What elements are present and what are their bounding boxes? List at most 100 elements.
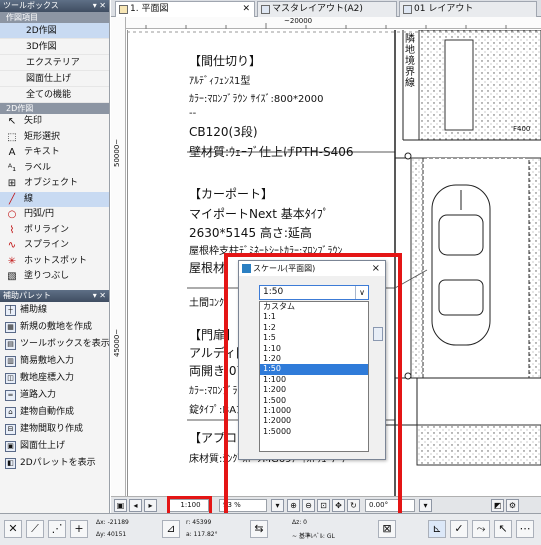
aux-item-site-coords[interactable]: ◫ 敷地座標入力 <box>0 370 109 387</box>
note-text: マイポートNext 基本ﾀｲﾌﾟ <box>189 207 329 221</box>
tool-hotspot[interactable]: ✳ ホットスポット <box>0 254 109 270</box>
nav-item-all[interactable]: 全ての機能 <box>0 87 109 103</box>
layout-icon <box>403 5 412 14</box>
aux-item-2d-palette[interactable]: ◧ 2Dパレットを表示 <box>0 455 109 472</box>
spline-icon: ∿ <box>7 240 17 251</box>
tab-bar: 1. 平面図 ✕ マスタレイアウト(A2) 01 レイアウト <box>111 0 541 17</box>
tool-object[interactable]: ⊞ オブジェクト <box>0 176 109 192</box>
dx-value: Δx: -21189 <box>96 519 129 526</box>
orient-icon[interactable]: ▾ <box>419 499 432 512</box>
aux-item-label: 図面仕上げ <box>20 440 66 451</box>
arrow-icon: ↖ <box>7 116 17 127</box>
note-text: CB120(3段) <box>189 125 258 139</box>
aux-item-label: ツールボックスを表示 <box>20 338 110 349</box>
aux-item-floorplan[interactable]: ⊟ 建物間取り作成 <box>0 421 109 438</box>
prev-view-icon[interactable]: ◂ <box>129 499 142 512</box>
a-value: a: 117.82° <box>186 531 218 538</box>
aux-item-label: 新規の敷地を作成 <box>20 321 93 332</box>
aux-item-label: 2Dパレットを表示 <box>20 457 96 468</box>
view-icon[interactable]: ▣ <box>114 499 127 512</box>
tool-label: 矩形選択 <box>24 131 61 142</box>
cancel-icon[interactable]: ✕ <box>4 520 22 538</box>
tab-layout-01[interactable]: 01 レイアウト <box>399 1 537 17</box>
check-icon[interactable]: ✓ <box>450 520 468 538</box>
dy-value: Δy: 40151 <box>96 531 127 538</box>
toolbox-title: ツールボックス <box>3 1 59 10</box>
tool-spline[interactable]: ∿ スプライン <box>0 238 109 254</box>
aux-item-new-site[interactable]: ▦ 新規の敷地を作成 <box>0 319 109 336</box>
finishing-icon: ▣ <box>5 440 16 452</box>
nav-item-exterior[interactable]: エクステリア <box>0 55 109 71</box>
section-header[interactable]: 作図項目 <box>0 12 109 23</box>
tab-label: 1. 平面図 <box>130 4 169 14</box>
small-label: F400 <box>513 125 531 133</box>
arc-circle-icon: ○ <box>7 209 17 220</box>
text-icon: A <box>8 147 16 158</box>
dz-value: Δz: 0 <box>292 519 307 526</box>
note-text: 【カーポート】 <box>189 187 274 201</box>
lock-icon[interactable]: ⊠ <box>378 520 396 538</box>
close-icon[interactable]: ✕ <box>242 2 250 17</box>
aux-item-guideline[interactable]: ┼ 補助線 <box>0 302 109 319</box>
aux-palette-title: 補助パレット <box>3 290 51 300</box>
aux-item-finishing[interactable]: ▣ 図面仕上げ <box>0 438 109 455</box>
next-view-icon[interactable]: ▸ <box>144 499 157 512</box>
tool-arrow[interactable]: ↖ 矢印 <box>0 114 109 130</box>
panel-controls-icon[interactable]: ▾ ✕ <box>93 290 106 302</box>
note-text: 2630*5145 高さ:延高 <box>189 226 312 240</box>
dimension-icon[interactable]: ⇆ <box>250 520 268 538</box>
tab-floor-plan[interactable]: 1. 平面図 ✕ <box>115 1 255 17</box>
ruler-ticks <box>145 23 507 29</box>
aux-item-label: 道路入力 <box>20 389 57 400</box>
tool-fill[interactable]: ▧ 塗りつぶし <box>0 269 109 285</box>
snap-icon[interactable]: ⟋ <box>26 520 44 538</box>
layer-icon[interactable]: ◩ <box>491 499 504 512</box>
grid-snap-icon[interactable]: ⋰ <box>48 520 66 538</box>
label-icon: ᴬ₁ <box>7 162 17 174</box>
tool-label[interactable]: ᴬ₁ ラベル <box>0 161 109 177</box>
fill-icon: ▧ <box>7 271 17 282</box>
path-icon[interactable]: ⤳ <box>472 520 490 538</box>
guideline-icon: ┼ <box>5 304 16 316</box>
toolbox-panel: ツールボックス ▾ ✕ 作図項目 2D作図 3D作図 エクステリア 図面仕上げ … <box>0 0 110 513</box>
guide-icon[interactable]: ⊾ <box>428 520 446 538</box>
more-icon[interactable]: ⋯ <box>516 520 534 538</box>
aux-item-label: 建物自動作成 <box>20 406 75 417</box>
cursor-icon[interactable]: ↖ <box>494 520 512 538</box>
nav-item-finish[interactable]: 図面仕上げ <box>0 71 109 87</box>
nav-item-3d[interactable]: 3D作図 <box>0 39 109 55</box>
ruler-label: 45000~ <box>113 328 121 357</box>
note-text: 壁材質:ｳｪｰﾌﾞ仕上げPTH-S406 <box>189 145 354 159</box>
road-icon: ═ <box>5 389 16 401</box>
tool-label: 塗りつぶし <box>24 271 70 281</box>
coordinate-toolbar: ✕ ⟋ ⋰ + Δx: -21189 Δy: 40151 ⊿ r: 45399 … <box>0 513 541 545</box>
tool-text[interactable]: A テキスト <box>0 145 109 161</box>
tool-polyline[interactable]: ⌇ ポリライン <box>0 223 109 239</box>
tool-label: ラベル <box>24 162 52 173</box>
tool-label: スプライン <box>24 240 70 250</box>
note-text: 屋根材 <box>189 261 226 275</box>
tab-master-layout[interactable]: マスタレイアウト(A2) <box>257 1 397 17</box>
toolbox-title-bar: ツールボックス ▾ ✕ <box>0 0 109 12</box>
nav-item-2d[interactable]: 2D作図 <box>0 23 109 39</box>
relative-coord-icon[interactable]: ⊿ <box>162 520 180 538</box>
settings-icon[interactable]: ⚙ <box>506 499 519 512</box>
aux-item-label: 建物間取り作成 <box>20 423 84 434</box>
aux-item-show-toolbox[interactable]: ▤ ツールボックスを表示 <box>0 336 109 353</box>
tool-line[interactable]: ╱ 線 <box>0 191 109 207</box>
aux-item-label: 簡易敷地入力 <box>20 355 75 366</box>
plus-icon[interactable]: + <box>70 520 88 538</box>
tools-header[interactable]: 2D作図 <box>0 103 109 114</box>
note-text: ｱﾙﾃﾞｨﾌｪﾝｽ1型 <box>189 76 251 87</box>
panel-controls-icon[interactable]: ▾ ✕ <box>93 0 106 12</box>
boundary-label: 隣地境界線 <box>405 34 415 89</box>
tool-marquee[interactable]: ⬚ 矩形選択 <box>0 130 109 146</box>
aux-item-road[interactable]: ═ 道路入力 <box>0 387 109 404</box>
r-value: r: 45399 <box>186 519 212 526</box>
site-icon: ▦ <box>5 321 16 333</box>
aux-item-quick-site[interactable]: ▥ 簡易敷地入力 <box>0 353 109 370</box>
aux-item-auto-building[interactable]: ⌂ 建物自動作成 <box>0 404 109 421</box>
polyline-icon: ⌇ <box>9 224 15 236</box>
tool-label: ホットスポット <box>24 255 88 266</box>
tool-arc-circle[interactable]: ○ 円弧/円 <box>0 207 109 223</box>
